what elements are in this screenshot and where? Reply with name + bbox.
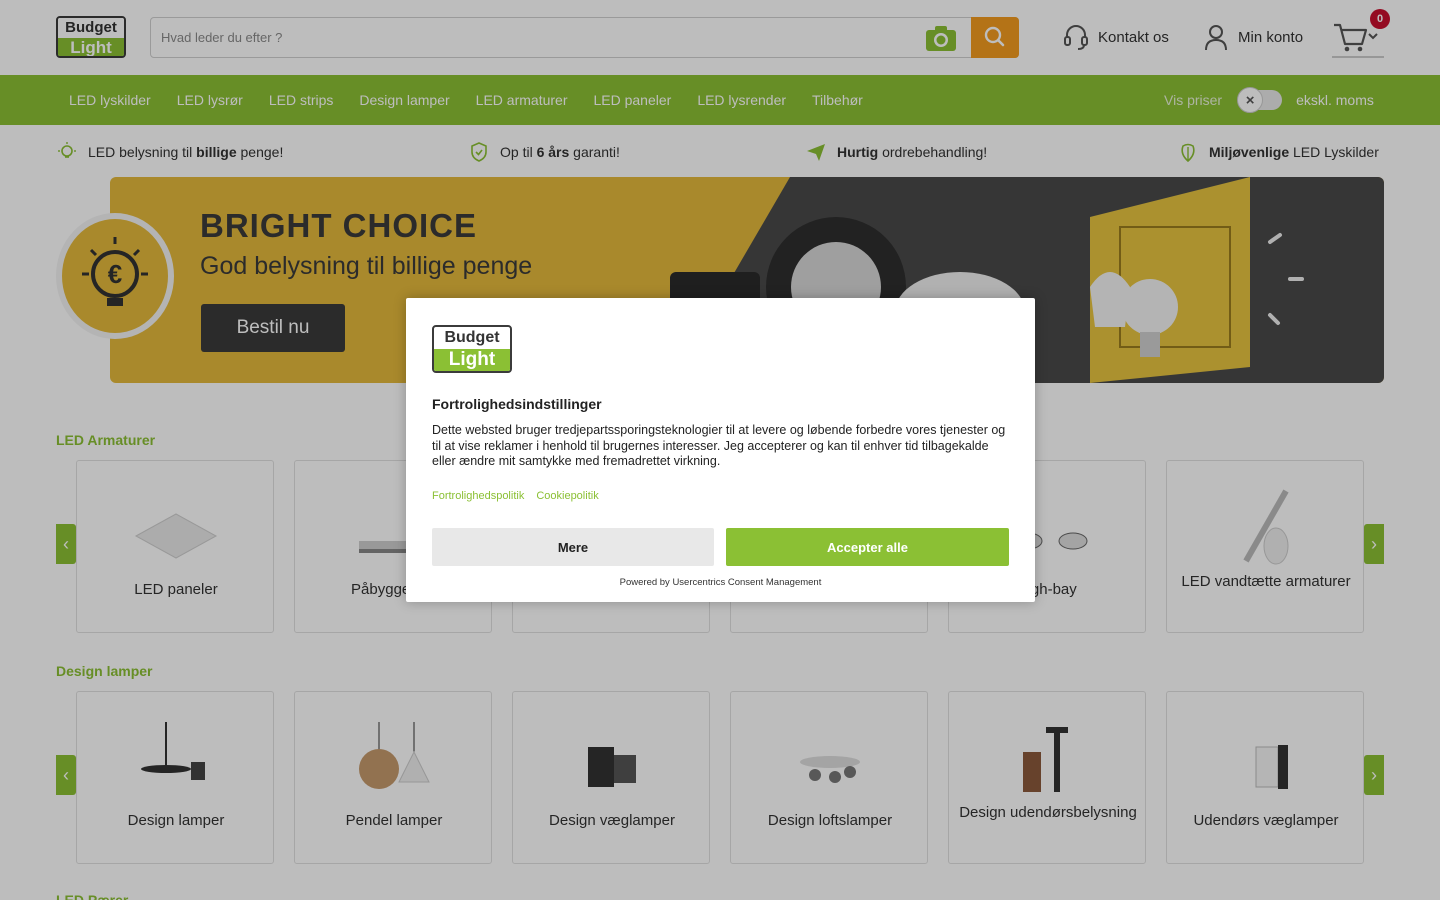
privacy-policy-link[interactable]: Fortrolighedspolitik [432,490,524,502]
dialog-logo: Budget Light [432,325,512,373]
more-button[interactable]: Mere [432,528,714,566]
powered-by-text: Powered by Usercentrics Consent Manageme… [619,577,822,588]
accept-all-button[interactable]: Accepter alle [726,528,1009,566]
dialog-title: Fortrolighedsindstillinger [432,396,602,412]
dialog-links: Fortrolighedspolitik Cookiepolitik [432,490,599,502]
cookie-policy-link[interactable]: Cookiepolitik [536,490,598,502]
consent-dialog: Budget Light Fortrolighedsindstillinger … [406,298,1035,602]
dialog-text: Dette websted bruger tredjepartssporings… [432,423,1006,468]
